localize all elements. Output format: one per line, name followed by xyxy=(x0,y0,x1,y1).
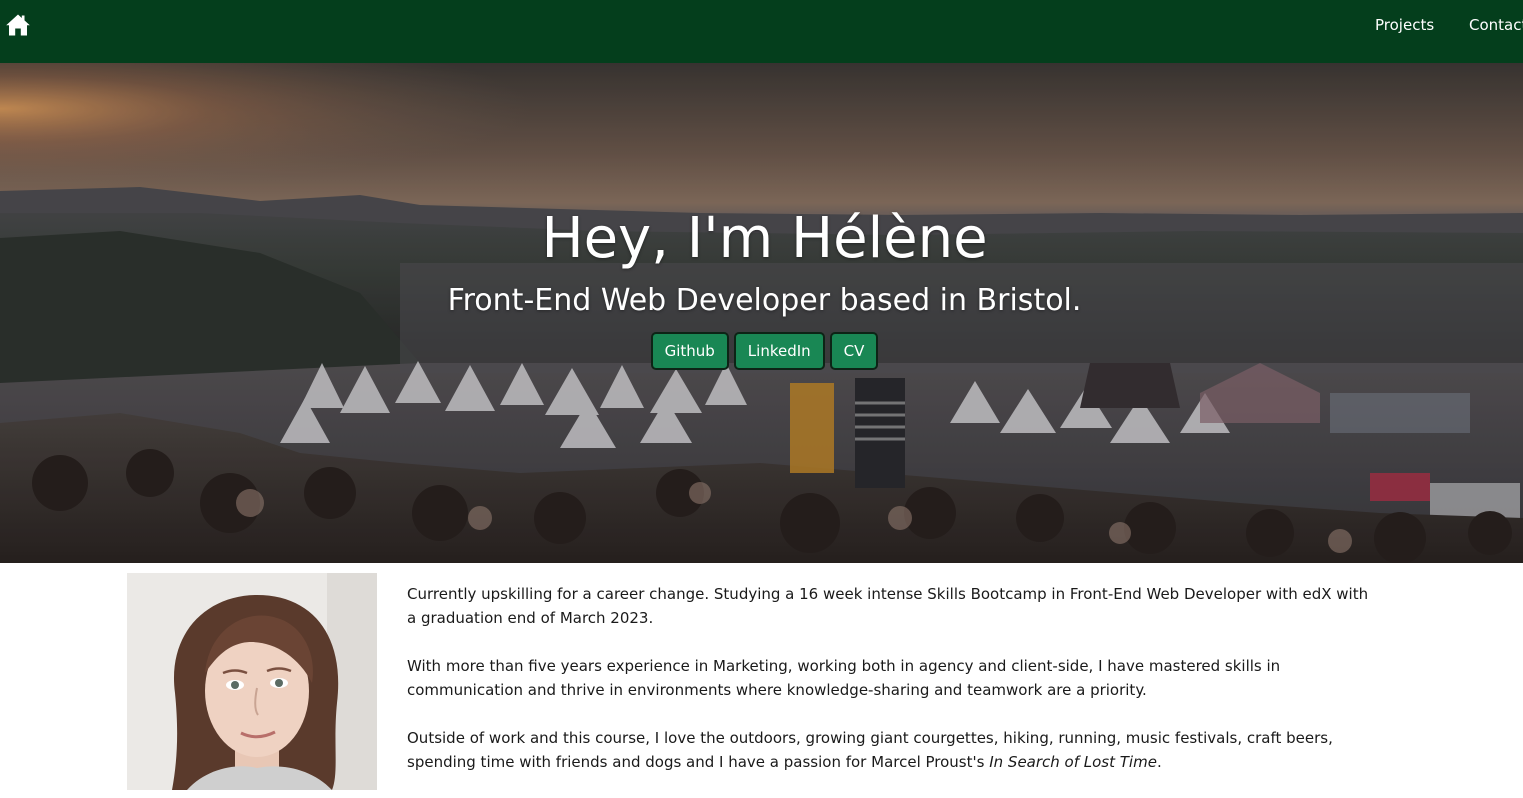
profile-photo xyxy=(127,573,377,790)
cv-button[interactable]: CV xyxy=(829,332,879,370)
about-text: Currently upskilling for a career change… xyxy=(407,582,1379,798)
about-paragraph-3-end: . xyxy=(1156,753,1162,771)
nav-link-contact[interactable]: Contact xyxy=(1469,15,1523,35)
about-paragraph-1: Currently upskilling for a career change… xyxy=(407,585,1369,627)
book-title: In Search of Lost Time xyxy=(989,753,1157,771)
linkedin-button[interactable]: LinkedIn xyxy=(733,332,825,370)
nav-link-projects[interactable]: Projects xyxy=(1375,15,1434,35)
home-icon[interactable] xyxy=(5,13,31,37)
github-button[interactable]: Github xyxy=(650,332,729,370)
navbar: Projects Contact xyxy=(0,0,1523,63)
hero-title: Hey, I'm Hélène xyxy=(541,206,988,271)
about-paragraph-2: With more than five years experience in … xyxy=(407,657,1281,699)
hero-subtitle: Front-End Web Developer based in Bristol… xyxy=(447,283,1082,318)
about-paragraph-3: Outside of work and this course, I love … xyxy=(407,726,1379,774)
hero-button-group: Github LinkedIn CV xyxy=(0,332,1523,370)
about-paragraph-3-text: Outside of work and this course, I love … xyxy=(407,729,1333,771)
hero-section: Hey, I'm Hélène Front-End Web Developer … xyxy=(0,63,1523,563)
